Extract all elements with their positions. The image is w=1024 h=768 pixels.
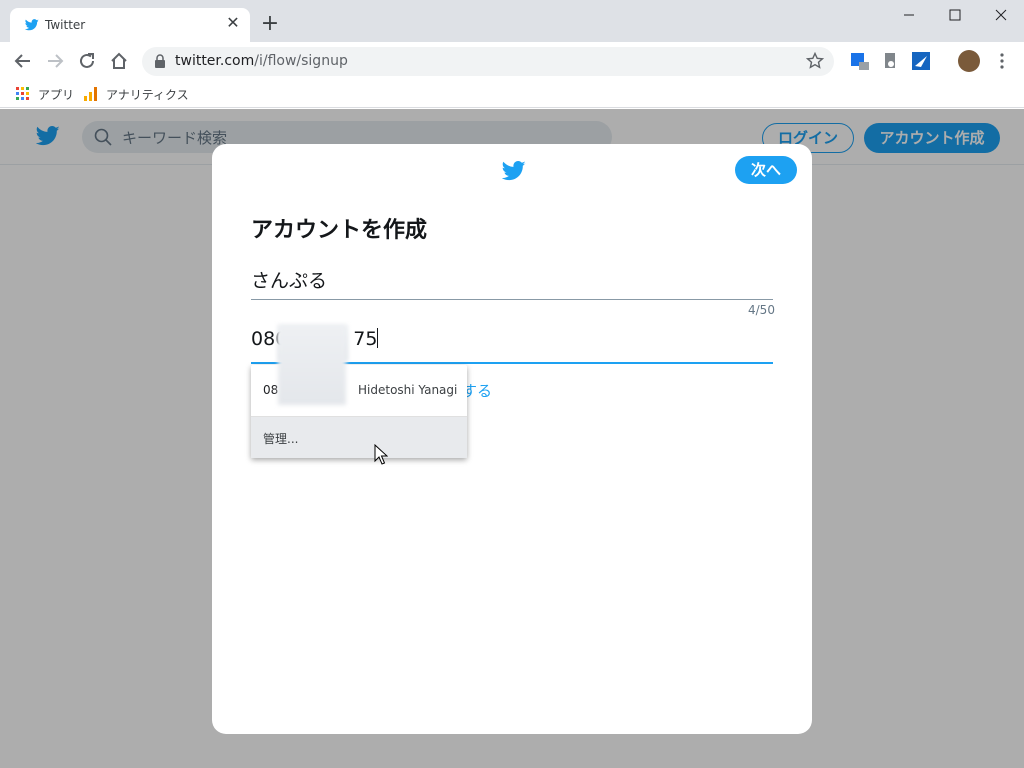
forward-arrow-icon[interactable] — [44, 50, 66, 72]
analytics-icon — [84, 87, 97, 101]
maximize-icon[interactable] — [932, 0, 978, 30]
twitter-bird-icon — [25, 19, 39, 31]
modal-title: アカウントを作成 — [251, 218, 428, 243]
next-button[interactable]: 次へ — [735, 156, 797, 184]
manage-label: 管理... — [263, 432, 299, 446]
browser-toolbar: twitter.com/i/flow/signup — [0, 42, 1024, 80]
suggestion-phone: 08 — [263, 383, 279, 397]
lock-icon[interactable] — [154, 54, 166, 68]
bookmark-label: アナリティクス — [106, 88, 189, 102]
url-text: twitter.com/i/flow/signup — [175, 53, 348, 69]
more-menu-icon[interactable] — [994, 52, 1010, 70]
tab-title: Twitter — [45, 18, 86, 32]
mouse-cursor-icon — [374, 444, 388, 465]
extension-clip-icon[interactable] — [882, 52, 900, 70]
twitter-logo-icon — [502, 161, 526, 181]
name-input[interactable]: さんぷる — [251, 258, 773, 300]
reload-icon[interactable] — [76, 50, 98, 72]
profile-avatar[interactable] — [958, 50, 980, 72]
tab-close-icon[interactable]: ✕ — [224, 14, 242, 32]
back-arrow-icon[interactable] — [12, 50, 34, 72]
name-value: さんぷる — [251, 270, 328, 292]
close-window-icon[interactable] — [978, 0, 1024, 30]
apps-grid-icon — [16, 87, 29, 100]
browser-tab-twitter[interactable]: Twitter ✕ — [10, 8, 250, 42]
browser-titlebar: Twitter ✕ + — [0, 0, 1024, 42]
bookmark-star-icon[interactable] — [806, 52, 824, 70]
suggestion-name: Hidetoshi Yanagi — [358, 383, 458, 397]
home-icon[interactable] — [108, 50, 130, 72]
autofill-manage[interactable]: 管理... — [251, 417, 467, 458]
address-bar[interactable]: twitter.com/i/flow/signup — [142, 47, 834, 76]
bookmarks-bar: アプリ アナリティクス — [0, 80, 1024, 108]
extension-arrow-icon[interactable] — [912, 52, 930, 70]
name-char-counter: 4/50 — [748, 303, 775, 317]
bookmark-label: アプリ — [38, 88, 75, 102]
extension-b-icon[interactable] — [851, 52, 869, 70]
suggestion-redaction — [278, 325, 346, 405]
new-tab-button[interactable]: + — [259, 13, 281, 36]
minimize-icon[interactable] — [886, 0, 932, 30]
